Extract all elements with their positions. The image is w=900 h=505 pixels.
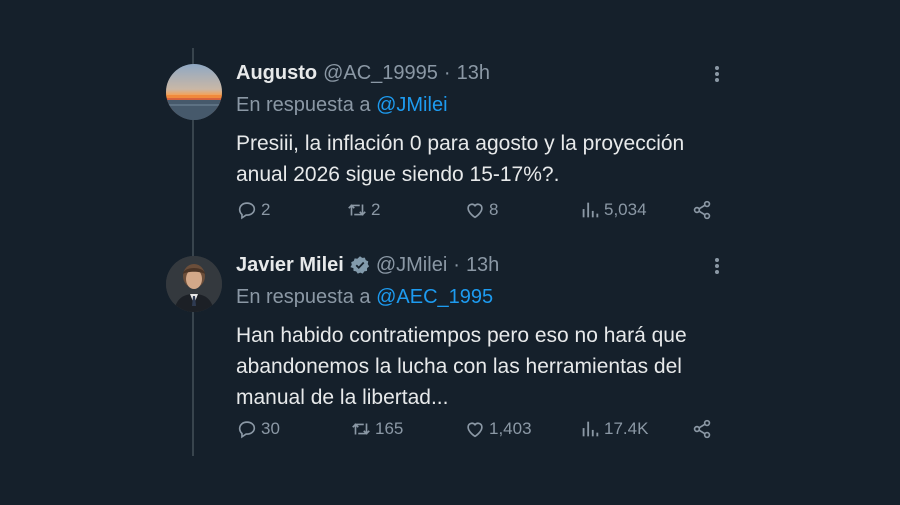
verified-badge-icon[interactable] xyxy=(350,255,370,275)
reply-button[interactable]: 2 xyxy=(236,199,270,221)
views-icon xyxy=(582,202,599,218)
retweet-button[interactable]: 2 xyxy=(346,199,380,221)
more-icon[interactable] xyxy=(708,64,726,84)
user-handle[interactable]: @AC_19995 xyxy=(323,62,438,85)
timestamp[interactable]: 13h xyxy=(466,254,499,277)
tweet-text: Han habido contratiempos pero eso no har… xyxy=(236,320,736,413)
tweet-thread: Augusto @AC_19995 · 13h En respuesta a @… xyxy=(0,0,900,505)
reply-button[interactable]: 30 xyxy=(236,418,280,440)
like-button[interactable]: 1,403 xyxy=(464,418,532,440)
retweet-button[interactable]: 165 xyxy=(350,418,403,440)
share-icon xyxy=(693,200,711,220)
reply-icon xyxy=(238,202,256,220)
views-button[interactable]: 17.4K xyxy=(579,418,648,440)
tweet-text-line: Han habido contratiempos pero eso no har… xyxy=(236,324,687,347)
tweet-text-line: anual 2026 sigue siendo 15-17%?. xyxy=(236,163,560,186)
reply-context: En respuesta a @JMilei xyxy=(236,94,746,120)
retweet-icon xyxy=(352,423,370,435)
display-name[interactable]: Javier Milei xyxy=(236,254,344,277)
tweet-header: Javier Milei @JMilei · 13h xyxy=(236,250,746,280)
like-count: 8 xyxy=(489,200,499,219)
tweet-text-line: manual de la libertad... xyxy=(236,386,449,409)
like-icon xyxy=(467,422,483,438)
reply-icon xyxy=(238,421,256,439)
reply-mention-link[interactable]: @JMilei xyxy=(376,94,447,116)
reply-prefix: En respuesta a xyxy=(236,286,371,308)
views-button[interactable]: 5,034 xyxy=(579,199,647,221)
views-count: 17.4K xyxy=(604,419,649,438)
like-button[interactable]: 8 xyxy=(464,199,498,221)
retweet-count: 2 xyxy=(371,200,381,219)
retweet-icon xyxy=(348,204,366,216)
retweet-count: 165 xyxy=(375,419,404,438)
tweet-text-line: abandonemos la lucha con las herramienta… xyxy=(236,355,682,378)
tweet-content: Augusto @AC_19995 · 13h En respuesta a @… xyxy=(236,58,746,220)
tweet-text: Presiii, la inflación 0 para agosto y la… xyxy=(236,128,736,190)
tweet-content: Javier Milei @JMilei · 13h En respuesta … xyxy=(236,250,746,439)
share-icon xyxy=(693,419,711,439)
tweet-text-line: Presiii, la inflación 0 para agosto y la… xyxy=(236,132,685,155)
more-icon[interactable] xyxy=(708,256,726,276)
separator-dot: · xyxy=(443,61,451,84)
views-icon xyxy=(582,421,599,437)
reply-mention-link[interactable]: @AEC_1995 xyxy=(376,286,493,308)
separator-dot: · xyxy=(453,253,460,276)
user-handle[interactable]: @JMilei xyxy=(376,254,447,277)
share-button[interactable] xyxy=(691,418,716,440)
reply-context: En respuesta a @AEC_1995 xyxy=(236,286,746,312)
share-button[interactable] xyxy=(691,199,716,221)
like-count: 1,403 xyxy=(489,419,532,438)
like-icon xyxy=(467,203,483,219)
display-name[interactable]: Augusto xyxy=(236,62,317,85)
reply-prefix: En respuesta a xyxy=(236,94,371,116)
avatar-javier-milei[interactable] xyxy=(166,256,222,312)
tweet-header: Augusto @AC_19995 · 13h xyxy=(236,58,746,88)
timestamp[interactable]: 13h xyxy=(457,62,490,85)
reply-count: 30 xyxy=(261,419,280,438)
reply-count: 2 xyxy=(261,200,271,219)
avatar-augusto[interactable] xyxy=(166,64,222,120)
views-count: 5,034 xyxy=(604,200,647,219)
